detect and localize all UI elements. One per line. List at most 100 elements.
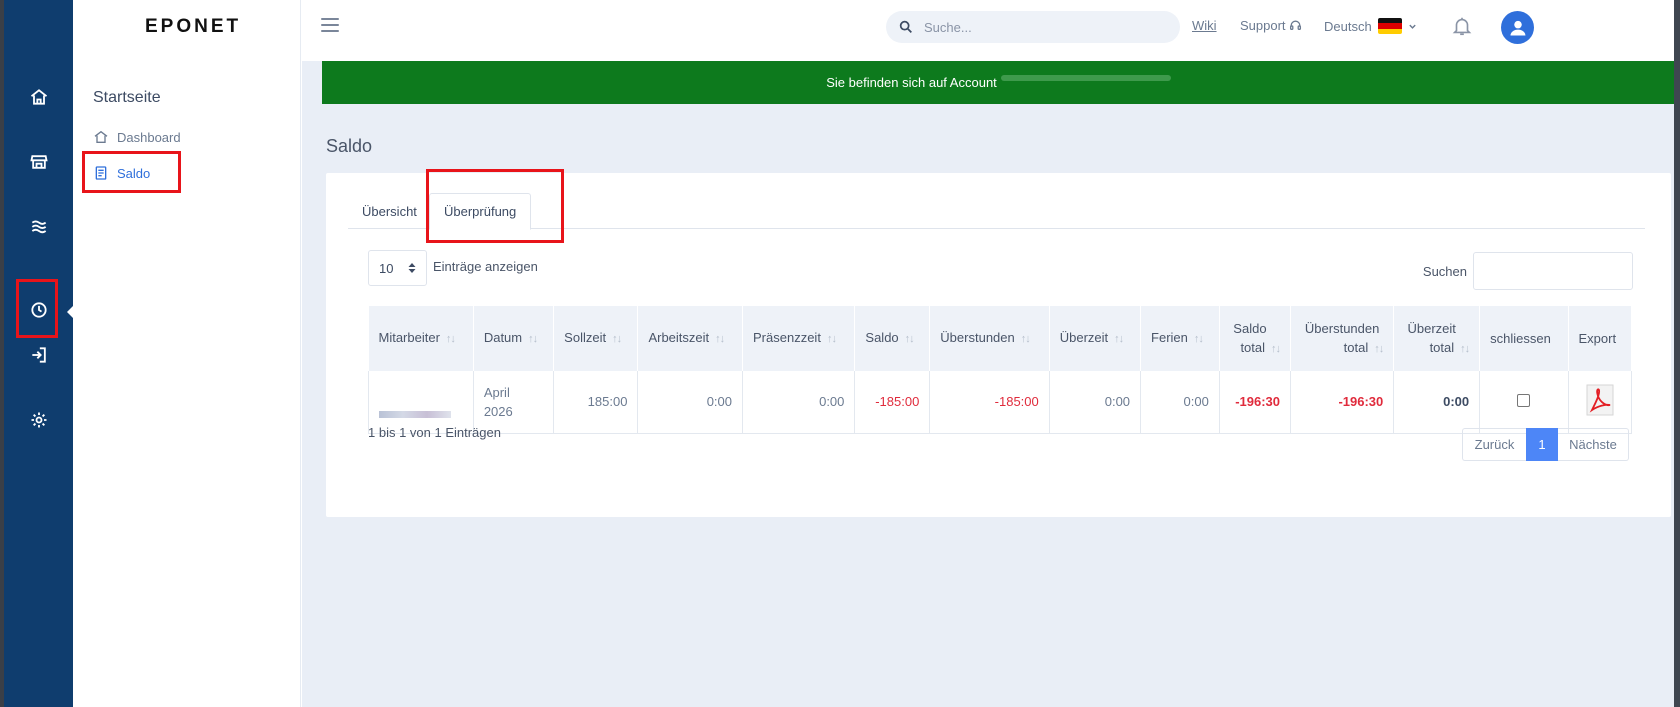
language-selector[interactable]: Deutsch	[1324, 18, 1417, 34]
sort-icon: ↑↓	[1193, 333, 1204, 345]
user-icon	[1510, 20, 1525, 35]
sidebar-item-label: Dashboard	[117, 129, 181, 145]
rail-waves-button[interactable]	[4, 206, 73, 246]
page-length-select[interactable]: 10	[368, 250, 427, 286]
window-edge-right	[1674, 0, 1680, 707]
col-saldo[interactable]: Saldo ↑↓	[854, 306, 931, 371]
page-length-value: 10	[379, 260, 394, 276]
sort-icon: ↑↓	[445, 333, 456, 345]
table-search-input[interactable]	[1473, 252, 1633, 290]
sort-icon: ↑↓	[715, 333, 725, 345]
col-ueberzeit-total[interactable]: Überzeit total ↑↓	[1393, 306, 1481, 371]
sort-arrows-icon	[408, 263, 416, 273]
sidebar-annotation-box	[82, 151, 181, 193]
cell-schliessen	[1479, 371, 1569, 434]
rail-annotation-box	[16, 279, 58, 338]
sidebar: EPONET Startseite Dashboard Saldo	[73, 0, 301, 707]
chevron-down-icon	[1408, 24, 1416, 29]
col-ueberstunden-total[interactable]: Überstunden total ↑↓	[1290, 306, 1395, 371]
cell-mitarbeiter	[368, 371, 474, 434]
sort-icon: ↑↓	[1460, 342, 1470, 355]
col-saldo-total[interactable]: Saldo total ↑↓	[1219, 306, 1292, 371]
col-ueberzeit[interactable]: Überzeit ↑↓	[1049, 306, 1142, 371]
table-filter: Suchen	[1423, 252, 1633, 290]
top-bar: Wiki Support Deutsch	[301, 0, 1674, 61]
cell-saldo-total: -196:30	[1219, 371, 1292, 434]
pagination-next-button[interactable]: Nächste	[1558, 428, 1629, 461]
bell-icon[interactable]	[1451, 15, 1473, 37]
table-row: April 2026 185:00 0:00 0:00 -185:00 -185:…	[368, 371, 1632, 434]
table-info: 1 bis 1 von 1 Einträgen	[368, 425, 501, 440]
german-flag-icon	[1377, 18, 1402, 34]
cell-sollzeit: 185:00	[553, 371, 639, 434]
sort-icon: ↑↓	[612, 333, 622, 345]
search-input[interactable]	[924, 19, 1144, 35]
home-icon	[30, 89, 47, 105]
icon-rail	[4, 0, 73, 707]
search-icon	[899, 20, 912, 33]
home-icon	[94, 130, 108, 143]
page-length-control: 10 Einträge anzeigen	[368, 250, 538, 286]
support-label: Support	[1240, 18, 1286, 33]
sort-icon: ↑↓	[1114, 333, 1124, 345]
close-checkbox[interactable]	[1517, 393, 1531, 407]
cell-ueberstunden-total: -196:30	[1290, 371, 1395, 434]
sort-icon: ↑↓	[826, 333, 837, 345]
sort-icon: ↑↓	[528, 333, 538, 345]
app-root: EPONET Startseite Dashboard Saldo Wiki S…	[0, 0, 1680, 707]
rail-settings-button[interactable]	[4, 400, 73, 440]
col-praesenzzeit[interactable]: Präsenzzeit ↑↓	[742, 306, 856, 371]
col-ferien[interactable]: Ferien ↑↓	[1140, 306, 1220, 371]
menu-toggle-icon[interactable]	[321, 18, 339, 34]
app-logo[interactable]: EPONET	[145, 16, 241, 38]
user-avatar[interactable]	[1501, 11, 1534, 44]
redacted-account-name	[1000, 74, 1171, 81]
col-arbeitszeit[interactable]: Arbeitszeit ↑↓	[637, 306, 744, 371]
sort-icon: ↑↓	[1271, 342, 1281, 355]
col-mitarbeiter[interactable]: Mitarbeiter ↑↓	[368, 306, 474, 371]
sort-icon: ↑↓	[904, 333, 915, 345]
cell-ferien: 0:00	[1140, 371, 1220, 434]
page-title: Saldo	[326, 136, 373, 156]
filter-label: Suchen	[1422, 263, 1467, 279]
account-banner: Sie befinden sich auf Account	[322, 61, 1675, 104]
tab-annotation-box	[426, 169, 564, 243]
cell-ueberstunden: -185:00	[929, 371, 1050, 434]
cell-export	[1568, 371, 1632, 434]
rail-store-button[interactable]	[4, 142, 73, 182]
col-ueberstunden[interactable]: Überstunden ↑↓	[929, 306, 1050, 371]
pagination-page-button[interactable]: 1	[1526, 428, 1558, 461]
rail-login-button[interactable]	[4, 335, 73, 375]
banner-text: Sie befinden sich auf Account	[826, 75, 997, 90]
sort-icon: ↑↓	[1020, 333, 1031, 345]
pagination: Zurück 1 Nächste	[1462, 428, 1629, 461]
cell-ueberzeit-total: 0:00	[1393, 371, 1481, 434]
tab-uebersicht[interactable]: Übersicht	[362, 193, 417, 229]
redacted-employee-name	[379, 390, 382, 400]
sidebar-item-dashboard[interactable]: Dashboard	[93, 125, 181, 149]
saldo-table: Mitarbeiter ↑↓ Datum ↑↓ Sollzeit ↑↓ Arbeits…	[368, 306, 1632, 434]
wiki-link[interactable]: Wiki	[1192, 18, 1217, 33]
main-content: Sie befinden sich auf Account Saldo Über…	[302, 61, 1675, 707]
table-header-row: Mitarbeiter ↑↓ Datum ↑↓ Sollzeit ↑↓ Arbeits…	[368, 306, 1632, 371]
cell-saldo: -185:00	[854, 371, 931, 434]
cell-datum: April 2026	[473, 371, 555, 434]
login-icon	[31, 347, 46, 363]
waves-icon	[31, 220, 46, 234]
pdf-export-icon[interactable]	[1586, 384, 1614, 416]
col-datum[interactable]: Datum ↑↓	[473, 306, 555, 371]
headset-icon	[1289, 20, 1301, 30]
sidebar-title: Startseite	[93, 89, 161, 106]
page-length-label: Einträge anzeigen	[433, 258, 538, 274]
cell-praesenzzeit: 0:00	[742, 371, 856, 434]
pagination-prev-button[interactable]: Zurück	[1462, 428, 1526, 461]
language-label: Deutsch	[1324, 18, 1372, 34]
cell-ueberzeit: 0:00	[1049, 371, 1142, 434]
redacted-employee-bar	[379, 410, 451, 418]
rail-home-button[interactable]	[4, 77, 73, 117]
cell-arbeitszeit: 0:00	[637, 371, 744, 434]
gear-icon	[31, 412, 46, 428]
search-box	[886, 11, 1180, 43]
col-sollzeit[interactable]: Sollzeit ↑↓	[553, 306, 639, 371]
support-link[interactable]: Support	[1240, 18, 1302, 33]
